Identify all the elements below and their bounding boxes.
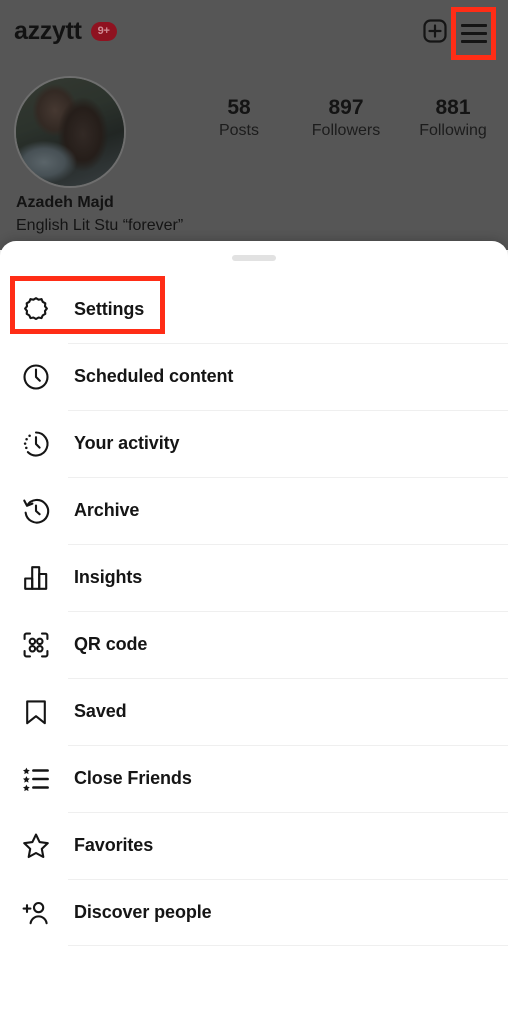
following-label: Following [419, 121, 487, 139]
username-group[interactable]: azzytt 9+ [14, 17, 117, 46]
menu-bottom-sheet: Settings Scheduled content Your activity… [0, 241, 508, 1024]
profile-bio: English Lit Stu “forever” [16, 217, 184, 234]
menu-item-settings[interactable]: Settings [0, 276, 508, 343]
menu-list: Settings Scheduled content Your activity… [0, 276, 508, 946]
stat-posts[interactable]: 58 Posts [196, 96, 282, 142]
clock-icon [16, 357, 56, 397]
menu-item-label: Your activity [74, 433, 180, 453]
menu-item-scheduled-content[interactable]: Scheduled content [0, 343, 508, 410]
posts-label: Posts [218, 121, 259, 139]
menu-item-insights[interactable]: Insights [0, 544, 508, 611]
followers-label: Followers [311, 121, 381, 139]
qr-code-icon [16, 625, 56, 665]
bar-chart-icon [16, 558, 56, 598]
create-post-button[interactable] [418, 14, 452, 48]
activity-clock-icon [16, 424, 56, 464]
drag-handle[interactable] [232, 255, 276, 261]
posts-count: 58 [227, 96, 251, 119]
menu-item-close-friends[interactable]: Close Friends [0, 745, 508, 812]
profile-full-name: Azadeh Majd [16, 194, 114, 211]
person-plus-icon [16, 893, 56, 933]
menu-button-highlight [451, 7, 496, 60]
menu-item-your-activity[interactable]: Your activity [0, 410, 508, 477]
plus-square-icon [422, 18, 448, 44]
bookmark-icon [16, 692, 56, 732]
menu-item-label: Favorites [74, 835, 154, 855]
profile-background-layer: azzytt 9+ 58 Posts 897 Followers 881 Fol… [0, 0, 508, 250]
menu-item-discover-people[interactable]: Discover people [0, 879, 508, 946]
notification-badge[interactable]: 9+ [90, 21, 117, 41]
profile-topbar: azzytt 9+ [0, 0, 508, 62]
menu-item-label: Discover people [74, 902, 212, 922]
profile-username[interactable]: azzytt [14, 17, 82, 46]
followers-count: 897 [328, 96, 364, 119]
menu-item-archive[interactable]: Archive [0, 477, 508, 544]
star-icon [16, 826, 56, 866]
menu-item-label: Archive [74, 500, 140, 520]
menu-item-label: Scheduled content [74, 366, 234, 386]
archive-clock-icon [16, 491, 56, 531]
menu-item-label: Close Friends [74, 768, 192, 788]
profile-stats: 58 Posts 897 Followers 881 Following [196, 96, 496, 142]
star-list-icon [16, 759, 56, 799]
menu-item-label: Saved [74, 701, 127, 721]
menu-item-favorites[interactable]: Favorites [0, 812, 508, 879]
following-count: 881 [435, 96, 471, 119]
avatar[interactable] [14, 76, 126, 188]
gear-icon [16, 290, 56, 330]
stat-followers[interactable]: 897 Followers [303, 96, 389, 142]
menu-item-saved[interactable]: Saved [0, 678, 508, 745]
avatar-dim-overlay [16, 78, 124, 186]
menu-item-label: Settings [74, 299, 145, 319]
menu-item-qr-code[interactable]: QR code [0, 611, 508, 678]
stat-following[interactable]: 881 Following [410, 96, 496, 142]
menu-item-label: QR code [74, 634, 148, 654]
menu-item-label: Insights [74, 567, 143, 587]
